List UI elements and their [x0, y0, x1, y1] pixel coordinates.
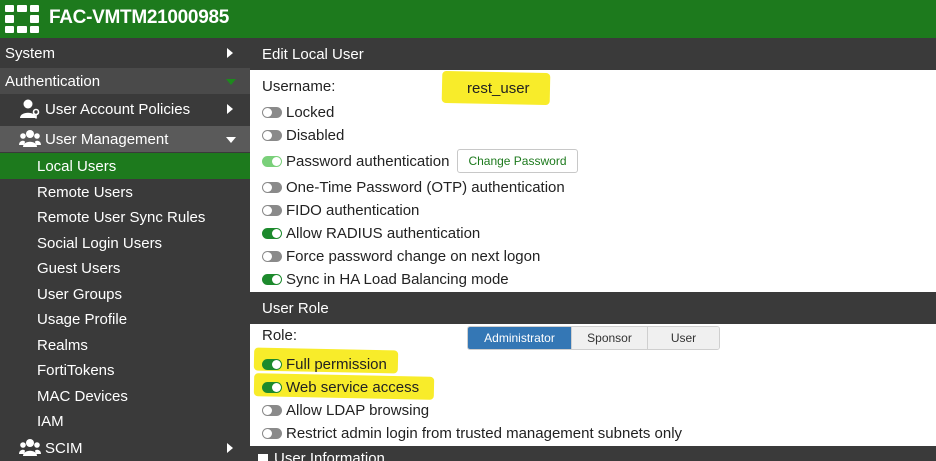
sidebar-item-label: SCIM	[45, 439, 83, 457]
toggle-switch[interactable]	[262, 358, 282, 370]
toggle-switch[interactable]	[262, 404, 282, 416]
option-label: Locked	[286, 103, 335, 121]
user-key-icon	[20, 99, 40, 119]
sidebar-item-fortitokens[interactable]: FortiTokens	[0, 357, 250, 383]
sidebar-item-remote-users[interactable]: Remote Users	[0, 179, 250, 205]
chevron-right-icon	[227, 104, 233, 114]
option-label: One-Time Password (OTP) authentication	[286, 178, 565, 196]
option-label: FIDO authentication	[286, 201, 420, 219]
section-title: Edit Local User	[262, 45, 364, 63]
sidebar-item-label: Social Login Users	[37, 234, 163, 252]
restrict-admin-login-toggle-row[interactable]: Restrict admin login from trusted manage…	[262, 422, 682, 444]
sidebar-item-label: Realms	[37, 336, 88, 354]
sidebar-item-label: User Groups	[37, 285, 123, 303]
option-label: Allow RADIUS authentication	[286, 224, 481, 242]
sidebar-item-mac-devices[interactable]: MAC Devices	[0, 383, 250, 409]
toggle-switch[interactable]	[262, 227, 282, 239]
section-title: User Information	[274, 450, 385, 461]
role-label: Role:	[262, 327, 298, 344]
toggle-switch[interactable]	[262, 129, 282, 141]
sidebar-item-usage-profile[interactable]: Usage Profile	[0, 306, 250, 332]
sidebar-item-label: Remote User Sync Rules	[37, 208, 206, 226]
radius-auth-toggle-row[interactable]: Allow RADIUS authentication	[262, 222, 480, 244]
section-title: User Role	[262, 299, 329, 317]
sidebar-item-label: IAM	[37, 412, 64, 430]
sidebar-item-label: MAC Devices	[37, 387, 128, 405]
sidebar-item-local-users[interactable]: Local Users	[0, 153, 250, 179]
toggle-switch[interactable]	[262, 106, 282, 118]
option-label: Allow LDAP browsing	[286, 401, 430, 419]
edit-local-user-header: Edit Local User	[250, 38, 936, 70]
disabled-toggle-row[interactable]: Disabled	[262, 124, 344, 146]
sidebar-item-iam[interactable]: IAM	[0, 408, 250, 434]
toggle-switch[interactable]	[262, 181, 282, 193]
option-label: Password authentication	[286, 152, 450, 170]
role-selector[interactable]: Administrator Sponsor User	[467, 326, 720, 350]
option-label: Sync in HA Load Balancing mode	[286, 270, 509, 288]
sidebar-item-realms[interactable]: Realms	[0, 332, 250, 358]
locked-toggle-row[interactable]: Locked	[262, 101, 334, 123]
ha-sync-toggle-row[interactable]: Sync in HA Load Balancing mode	[262, 268, 509, 290]
expand-icon[interactable]	[258, 454, 268, 461]
sidebar-item-scim[interactable]: SCIM	[0, 435, 250, 461]
sidebar-item-label: Remote Users	[37, 183, 133, 201]
fido-auth-toggle-row[interactable]: FIDO authentication	[262, 199, 419, 221]
users-icon	[19, 130, 41, 147]
sidebar-item-label: Authentication	[5, 72, 101, 90]
option-label: Restrict admin login from trusted manage…	[286, 424, 683, 442]
sidebar-item-authentication[interactable]: Authentication	[0, 68, 250, 94]
option-label: Force password change on next logon	[286, 247, 541, 265]
sidebar-item-user-groups[interactable]: User Groups	[0, 281, 250, 307]
chevron-right-icon	[227, 48, 233, 58]
sidebar-item-label: FortiTokens	[37, 361, 115, 379]
ldap-browsing-toggle-row[interactable]: Allow LDAP browsing	[262, 399, 429, 421]
sidebar-item-user-management[interactable]: User Management	[0, 126, 250, 152]
role-option-administrator[interactable]: Administrator	[468, 327, 572, 349]
toggle-switch[interactable]	[262, 273, 282, 285]
chevron-right-icon	[227, 443, 233, 453]
sidebar-item-social-login-users[interactable]: Social Login Users	[0, 230, 250, 256]
otp-auth-toggle-row[interactable]: One-Time Password (OTP) authentication	[262, 176, 565, 198]
username-value[interactable]: rest_user	[467, 80, 530, 97]
toggle-switch[interactable]	[262, 250, 282, 262]
password-auth-toggle-row[interactable]: Password authentication Change Password	[262, 149, 578, 173]
top-bar: FAC-VMTM21000985	[0, 0, 936, 38]
username-label: Username:	[262, 78, 336, 95]
toggle-switch[interactable]	[262, 204, 282, 216]
role-option-sponsor[interactable]: Sponsor	[572, 327, 648, 349]
toggle-switch[interactable]	[262, 381, 282, 393]
users-icon	[19, 439, 41, 456]
full-permission-toggle-row[interactable]: Full permission	[262, 353, 387, 375]
sidebar-item-label: User Account Policies	[45, 100, 191, 118]
change-password-button[interactable]: Change Password	[457, 149, 578, 173]
user-role-header: User Role	[250, 292, 936, 324]
sidebar-item-remote-user-sync-rules[interactable]: Remote User Sync Rules	[0, 204, 250, 230]
sidebar-item-label: System	[5, 44, 56, 62]
app-title: FAC-VMTM21000985	[49, 7, 229, 28]
option-label: Web service access	[286, 378, 420, 396]
sidebar: System Authentication User Account Polic…	[0, 38, 250, 461]
sidebar-item-label: Guest Users	[37, 259, 121, 277]
sidebar-item-guest-users[interactable]: Guest Users	[0, 255, 250, 281]
toggle-switch[interactable]	[262, 427, 282, 439]
sidebar-item-user-account-policies[interactable]: User Account Policies	[0, 96, 250, 122]
sidebar-item-label: Local Users	[37, 157, 117, 175]
sidebar-item-label: User Management	[45, 130, 169, 148]
web-service-access-toggle-row[interactable]: Web service access	[262, 376, 419, 398]
chevron-down-icon	[226, 137, 236, 143]
sidebar-item-system[interactable]: System	[0, 40, 250, 66]
option-label: Full permission	[286, 355, 387, 373]
toggle-switch[interactable]	[262, 155, 282, 167]
sidebar-item-label: Usage Profile	[37, 310, 128, 328]
user-information-header[interactable]: User Information	[250, 446, 936, 461]
option-label: Disabled	[286, 126, 345, 144]
force-password-change-toggle-row[interactable]: Force password change on next logon	[262, 245, 540, 267]
fortinet-grid-logo[interactable]	[5, 5, 39, 33]
role-option-user[interactable]: User	[648, 327, 719, 349]
chevron-down-icon	[226, 79, 236, 85]
